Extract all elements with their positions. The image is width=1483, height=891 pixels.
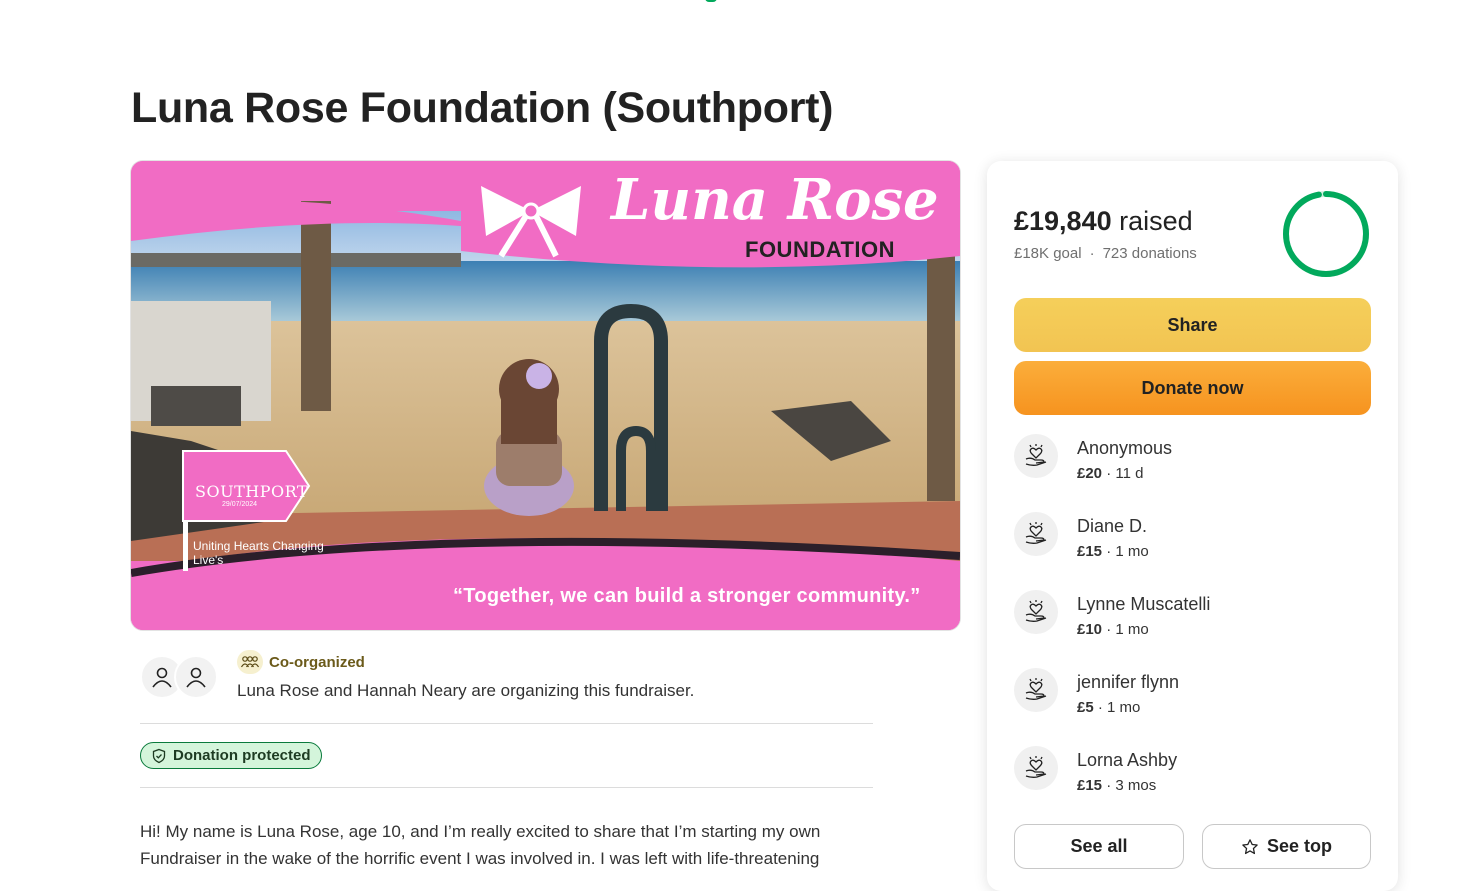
hero-flag-title: SOUTHPORT: [195, 482, 309, 501]
donation-protected-badge[interactable]: Donation protected: [140, 742, 322, 769]
co-organized-label: Co-organized: [269, 653, 365, 671]
donation-meta: £15 · 3 mos: [1077, 777, 1157, 794]
progress-ring: [1283, 191, 1369, 277]
hero-flag-caption: Uniting Hearts Changing Live's: [193, 539, 324, 567]
heart-hand-icon: [1014, 434, 1058, 478]
donation-time: 1 mo: [1115, 621, 1149, 638]
donation-list-item: Diane D. £15 · 1 mo: [1014, 512, 1374, 572]
divider: [140, 723, 873, 724]
fundraiser-hero-image[interactable]: Luna Rose FOUNDATION SOUTHPORT 29/07/202…: [131, 161, 960, 630]
organizer-description: Luna Rose and Hannah Neary are organizin…: [237, 681, 695, 700]
donation-list-item: jennifer flynn £5 · 1 mo: [1014, 668, 1374, 728]
heart-hand-icon: [1014, 668, 1058, 712]
goal-amount: £18K goal: [1014, 245, 1082, 262]
divider: [140, 787, 873, 788]
hero-logo-subtitle: FOUNDATION: [745, 237, 896, 262]
donation-time: 1 mo: [1107, 699, 1141, 716]
goal-line: £18K goal · 723 donations: [1014, 245, 1197, 262]
raised-suffix: raised: [1119, 206, 1193, 236]
hero-tagline: “Together, we can build a stronger commu…: [453, 585, 921, 607]
shield-icon: [152, 748, 166, 763]
donor-name: jennifer flynn: [1077, 672, 1180, 692]
see-all-button[interactable]: See all: [1014, 824, 1184, 869]
donation-summary-card: £19,840 raised £18K goal · 723 donations S…: [987, 161, 1398, 891]
donation-amount: £10: [1077, 621, 1103, 638]
donation-list-item: Lynne Muscatelli £10 · 1 mo: [1014, 590, 1374, 650]
hero-logo-title: Luna Rose: [611, 167, 939, 233]
see-top-label: See top: [1266, 836, 1332, 856]
donation-time: 1 mo: [1115, 543, 1149, 560]
donor-name: Lorna Ashby: [1077, 750, 1178, 770]
user-icon: [186, 667, 206, 688]
donate-now-button[interactable]: Donate now: [1014, 361, 1371, 415]
donation-amount: £20: [1077, 465, 1103, 482]
donation-amount: £15: [1077, 777, 1103, 794]
heart-hand-icon: [1014, 746, 1058, 790]
donation-meta: £15 · 1 mo: [1077, 543, 1149, 560]
user-icon: [152, 667, 172, 688]
donation-list-item: Lorna Ashby £15 · 3 mos: [1014, 746, 1374, 806]
donation-count: 723 donations: [1102, 245, 1197, 262]
star-icon: [1242, 838, 1258, 854]
avatar[interactable]: [174, 655, 218, 699]
organizer-avatars[interactable]: [140, 655, 220, 699]
donation-list-item: Anonymous £20 · 11 d: [1014, 434, 1374, 494]
amount-raised: £19,840 raised: [1014, 206, 1193, 237]
heart-hand-icon: [1014, 590, 1058, 634]
donation-time: 3 mos: [1115, 777, 1157, 794]
donation-meta: £20 · 11 d: [1077, 465, 1144, 482]
see-all-label: See all: [1070, 836, 1128, 856]
page-title: Luna Rose Foundation (Southport): [131, 84, 834, 132]
see-top-button[interactable]: See top: [1202, 824, 1371, 869]
top-progress-indicator: [705, 0, 717, 2]
donation-meta: £10 · 1 mo: [1077, 621, 1149, 638]
donation-protected-label: Donation protected: [173, 747, 311, 764]
raised-amount: £19,840: [1014, 206, 1112, 236]
story-text: Hi! My name is Luna Rose, age 10, and I’…: [140, 822, 821, 868]
share-button[interactable]: Share: [1014, 298, 1371, 352]
donation-time: 11 d: [1115, 465, 1144, 482]
heart-hand-icon: [1014, 512, 1058, 556]
progress-ring-fill: [1283, 191, 1369, 277]
donation-amount: £15: [1077, 543, 1103, 560]
co-organized-badge: Co-organized: [237, 650, 365, 674]
hero-flag-date: 29/07/2024: [222, 501, 258, 508]
donation-amount: £5: [1077, 699, 1094, 716]
donor-name: Anonymous: [1077, 438, 1173, 458]
group-icon: [237, 650, 263, 674]
donor-name: Lynne Muscatelli: [1077, 594, 1211, 614]
donor-name: Diane D.: [1077, 516, 1148, 536]
donation-meta: £5 · 1 mo: [1077, 699, 1141, 716]
